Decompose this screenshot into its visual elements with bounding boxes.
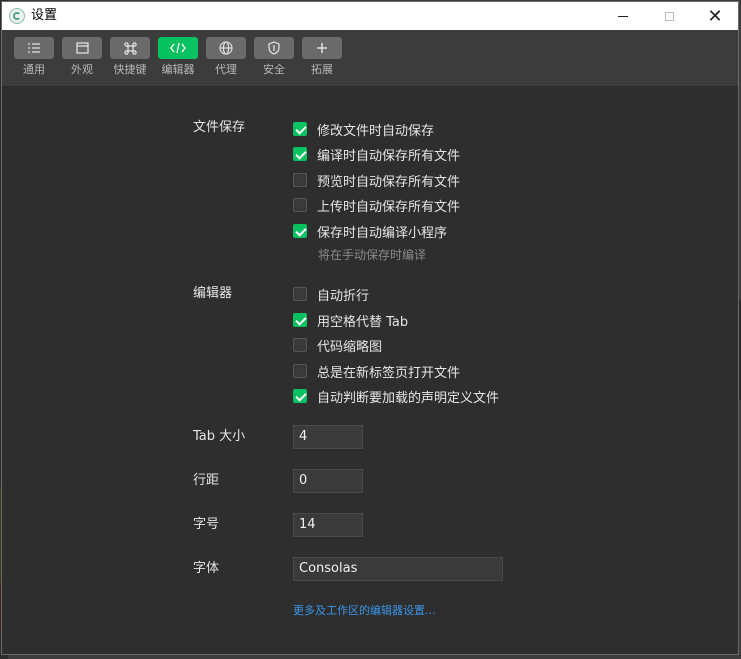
settings-panel: 文件保存 修改文件时自动保存 编译时自动保存所有文件 预览时自动保存所有文件 上… xyxy=(2,87,738,654)
font-family-label: 字体 xyxy=(193,561,220,576)
tab-appearance-button[interactable] xyxy=(62,37,102,59)
app-logo-icon xyxy=(9,8,25,24)
shield-icon xyxy=(268,41,280,55)
option-label: 自动折行 xyxy=(317,288,370,304)
spaces-for-tab-checkbox[interactable] xyxy=(293,313,307,327)
tab-proxy[interactable]: 代理 xyxy=(206,37,246,77)
auto-load-declarations-checkbox[interactable] xyxy=(293,389,307,403)
settings-toolbar: 通用 外观 快捷键 编辑器 代理 安全 拓展 xyxy=(2,30,738,87)
auto-load-declarations-option[interactable]: 自动判断要加载的声明定义文件 xyxy=(293,387,500,406)
autosave-on-preview-checkbox[interactable] xyxy=(293,173,307,187)
close-icon: ✕ xyxy=(707,5,723,27)
open-in-new-tab-checkbox[interactable] xyxy=(293,364,307,378)
word-wrap-checkbox[interactable] xyxy=(293,287,307,301)
option-label: 保存时自动编译小程序 xyxy=(317,225,448,241)
file-save-section-label: 文件保存 xyxy=(193,120,246,135)
tab-extensions-label: 拓展 xyxy=(311,63,333,76)
tab-size-input[interactable]: 4 xyxy=(293,425,363,449)
tab-appearance[interactable]: 外观 xyxy=(62,37,102,77)
tab-security-button[interactable] xyxy=(254,37,294,59)
autosave-on-compile-option[interactable]: 编译时自动保存所有文件 xyxy=(293,145,461,164)
autosave-on-modify-option[interactable]: 修改文件时自动保存 xyxy=(293,120,435,139)
title-bar[interactable]: 设置 ✕ xyxy=(2,2,738,30)
maximize-button[interactable] xyxy=(646,2,692,30)
minimize-icon xyxy=(618,15,628,17)
tab-size-label: Tab 大小 xyxy=(193,429,246,444)
window-title: 设置 xyxy=(31,8,58,23)
code-brackets-icon xyxy=(170,42,186,54)
command-key-icon xyxy=(123,41,137,55)
minimap-option[interactable]: 代码缩略图 xyxy=(293,336,383,355)
settings-window: 设置 ✕ 通用 外观 快捷键 编辑器 代理 安全 拓展 文件保存 修改文件时自动… xyxy=(1,1,739,655)
tab-extensions-button[interactable] xyxy=(302,37,342,59)
tab-extensions[interactable]: 拓展 xyxy=(302,37,342,77)
minimize-button[interactable] xyxy=(600,2,646,30)
tab-security[interactable]: 安全 xyxy=(254,37,294,77)
editor-section-label: 编辑器 xyxy=(193,286,233,301)
option-label: 总是在新标签页打开文件 xyxy=(317,365,461,381)
autosave-on-modify-checkbox[interactable] xyxy=(293,122,307,136)
option-label: 用空格代替 Tab xyxy=(317,314,409,330)
general-list-icon xyxy=(28,43,40,53)
font-size-input[interactable]: 14 xyxy=(293,513,363,537)
autosave-on-preview-option[interactable]: 预览时自动保存所有文件 xyxy=(293,171,461,190)
open-in-new-tab-option[interactable]: 总是在新标签页打开文件 xyxy=(293,362,461,381)
tab-shortcuts-button[interactable] xyxy=(110,37,150,59)
appearance-window-icon xyxy=(75,42,89,54)
tab-general[interactable]: 通用 xyxy=(14,37,54,77)
autosave-on-compile-checkbox[interactable] xyxy=(293,147,307,161)
tab-general-button[interactable] xyxy=(14,37,54,59)
compile-on-save-checkbox[interactable] xyxy=(293,224,307,238)
globe-icon xyxy=(219,41,233,55)
autosave-on-upload-checkbox[interactable] xyxy=(293,198,307,212)
option-label: 代码缩略图 xyxy=(317,339,383,355)
plus-icon xyxy=(317,43,327,53)
line-spacing-label: 行距 xyxy=(193,473,220,488)
option-label: 预览时自动保存所有文件 xyxy=(317,174,461,190)
tab-editor-button[interactable] xyxy=(158,37,198,59)
tab-editor[interactable]: 编辑器 xyxy=(158,37,198,77)
compile-on-save-hint: 将在手动保存时编译 xyxy=(318,248,427,262)
option-label: 编译时自动保存所有文件 xyxy=(317,148,461,164)
option-label: 修改文件时自动保存 xyxy=(317,123,435,139)
spaces-for-tab-option[interactable]: 用空格代替 Tab xyxy=(293,311,409,330)
maximize-icon xyxy=(664,11,674,21)
font-family-input[interactable]: Consolas xyxy=(293,557,503,581)
more-editor-settings-link[interactable]: 更多及工作区的编辑器设置... xyxy=(293,602,436,618)
tab-shortcuts[interactable]: 快捷键 xyxy=(110,37,150,77)
word-wrap-option[interactable]: 自动折行 xyxy=(293,285,370,304)
option-label: 上传时自动保存所有文件 xyxy=(317,199,461,215)
tab-proxy-button[interactable] xyxy=(206,37,246,59)
autosave-on-upload-option[interactable]: 上传时自动保存所有文件 xyxy=(293,196,461,215)
compile-on-save-option[interactable]: 保存时自动编译小程序 xyxy=(293,222,448,241)
line-spacing-input[interactable]: 0 xyxy=(293,469,363,493)
close-button[interactable]: ✕ xyxy=(692,2,738,30)
font-size-label: 字号 xyxy=(193,517,220,532)
option-label: 自动判断要加载的声明定义文件 xyxy=(317,390,500,406)
minimap-checkbox[interactable] xyxy=(293,338,307,352)
